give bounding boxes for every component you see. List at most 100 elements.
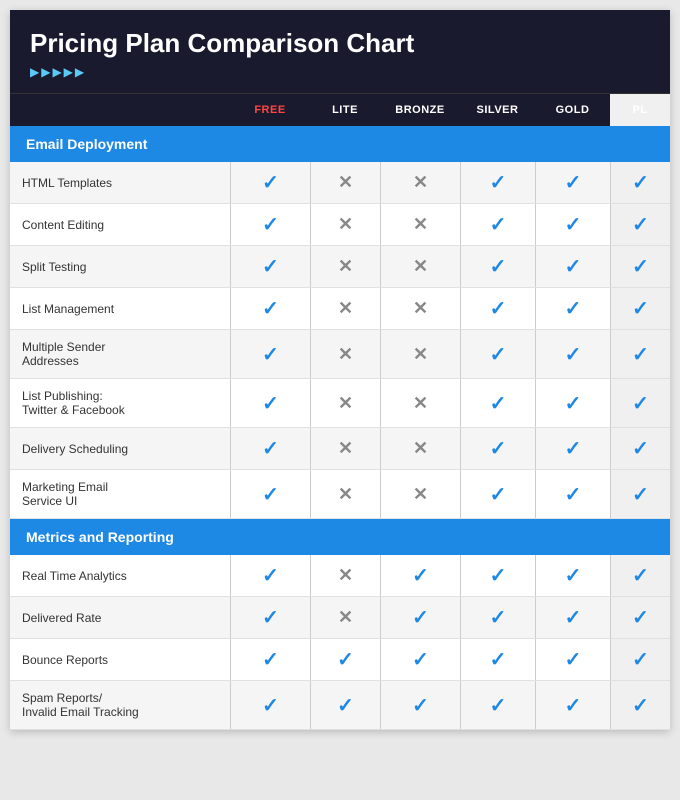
cell-bronze: ✓	[380, 555, 460, 596]
section-header-1: Metrics and Reporting	[10, 519, 670, 555]
cell-free: ✓	[230, 681, 310, 729]
check-icon: ✓	[632, 342, 649, 367]
check-icon: ✓	[632, 482, 649, 507]
check-icon: ✓	[490, 436, 507, 461]
cell-bronze: ✕	[380, 204, 460, 245]
cell-free: ✓	[230, 379, 310, 427]
check-icon: ✓	[565, 693, 582, 718]
check-icon: ✓	[632, 436, 649, 461]
check-icon: ✓	[490, 254, 507, 279]
cell-silver: ✓	[460, 639, 535, 680]
cross-icon: ✕	[413, 172, 428, 193]
col-feature	[10, 94, 230, 126]
cell-gold: ✓	[535, 681, 610, 729]
check-icon: ✓	[262, 563, 279, 588]
check-icon: ✓	[632, 693, 649, 718]
chart-title: Pricing Plan Comparison Chart	[30, 28, 650, 59]
cell-pl: ✓	[610, 470, 670, 518]
check-icon: ✓	[565, 605, 582, 630]
cell-free: ✓	[230, 597, 310, 638]
check-icon: ✓	[490, 391, 507, 416]
cell-free: ✓	[230, 639, 310, 680]
check-icon: ✓	[565, 482, 582, 507]
cell-silver: ✓	[460, 288, 535, 329]
col-silver: SILVER	[460, 94, 535, 126]
cell-pl: ✓	[610, 288, 670, 329]
cell-gold: ✓	[535, 162, 610, 203]
check-icon: ✓	[632, 391, 649, 416]
check-icon: ✓	[632, 254, 649, 279]
cell-pl: ✓	[610, 162, 670, 203]
cell-gold: ✓	[535, 246, 610, 287]
table-row: Content Editing✓✕✕✓✓✓	[10, 204, 670, 246]
cell-gold: ✓	[535, 470, 610, 518]
cell-bronze: ✕	[380, 470, 460, 518]
cell-silver: ✓	[460, 428, 535, 469]
cell-bronze: ✕	[380, 246, 460, 287]
cell-silver: ✓	[460, 555, 535, 596]
table-row: Spam Reports/ Invalid Email Tracking✓✓✓✓…	[10, 681, 670, 730]
cell-gold: ✓	[535, 428, 610, 469]
cross-icon: ✕	[338, 256, 353, 277]
check-icon: ✓	[632, 605, 649, 630]
table-row: Bounce Reports✓✓✓✓✓✓	[10, 639, 670, 681]
check-icon: ✓	[262, 170, 279, 195]
col-gold: GOLD	[535, 94, 610, 126]
check-icon: ✓	[262, 391, 279, 416]
cell-silver: ✓	[460, 246, 535, 287]
cell-bronze: ✓	[380, 597, 460, 638]
check-icon: ✓	[490, 563, 507, 588]
cell-free: ✓	[230, 470, 310, 518]
cell-silver: ✓	[460, 379, 535, 427]
cell-gold: ✓	[535, 597, 610, 638]
column-headers: FREE LITE BRONZE SILVER GOLD PL	[10, 93, 670, 126]
check-icon: ✓	[632, 296, 649, 321]
cross-icon: ✕	[338, 172, 353, 193]
table-row: Real Time Analytics✓✕✓✓✓✓	[10, 555, 670, 597]
cross-icon: ✕	[338, 214, 353, 235]
col-lite: LITE	[310, 94, 380, 126]
check-icon: ✓	[412, 605, 429, 630]
cross-icon: ✕	[413, 298, 428, 319]
check-icon: ✓	[490, 296, 507, 321]
cell-gold: ✓	[535, 555, 610, 596]
cell-lite: ✕	[310, 162, 380, 203]
cell-free: ✓	[230, 555, 310, 596]
cross-icon: ✕	[338, 298, 353, 319]
feature-name: Bounce Reports	[10, 639, 230, 680]
table-row: Multiple Sender Addresses✓✕✕✓✓✓	[10, 330, 670, 379]
cell-pl: ✓	[610, 681, 670, 729]
section-header-0: Email Deployment	[10, 126, 670, 162]
cell-free: ✓	[230, 204, 310, 245]
cell-lite: ✕	[310, 379, 380, 427]
table-row: List Management✓✕✕✓✓✓	[10, 288, 670, 330]
table-row: Delivery Scheduling✓✕✕✓✓✓	[10, 428, 670, 470]
cross-icon: ✕	[413, 256, 428, 277]
cell-gold: ✓	[535, 379, 610, 427]
check-icon: ✓	[490, 342, 507, 367]
cross-icon: ✕	[413, 393, 428, 414]
table-body: Email DeploymentHTML Templates✓✕✕✓✓✓Cont…	[10, 126, 670, 730]
cell-pl: ✓	[610, 597, 670, 638]
cross-icon: ✕	[413, 214, 428, 235]
check-icon: ✓	[565, 436, 582, 461]
cross-icon: ✕	[338, 438, 353, 459]
cell-pl: ✓	[610, 330, 670, 378]
cell-free: ✓	[230, 428, 310, 469]
cross-icon: ✕	[338, 607, 353, 628]
feature-name: List Management	[10, 288, 230, 329]
cell-bronze: ✕	[380, 330, 460, 378]
cell-gold: ✓	[535, 204, 610, 245]
check-icon: ✓	[337, 647, 354, 672]
check-icon: ✓	[262, 254, 279, 279]
feature-name: HTML Templates	[10, 162, 230, 203]
table-row: Delivered Rate✓✕✓✓✓✓	[10, 597, 670, 639]
check-icon: ✓	[632, 212, 649, 237]
cell-gold: ✓	[535, 330, 610, 378]
check-icon: ✓	[262, 436, 279, 461]
cell-pl: ✓	[610, 428, 670, 469]
check-icon: ✓	[565, 647, 582, 672]
cell-lite: ✕	[310, 288, 380, 329]
feature-name: Delivered Rate	[10, 597, 230, 638]
cell-lite: ✓	[310, 681, 380, 729]
